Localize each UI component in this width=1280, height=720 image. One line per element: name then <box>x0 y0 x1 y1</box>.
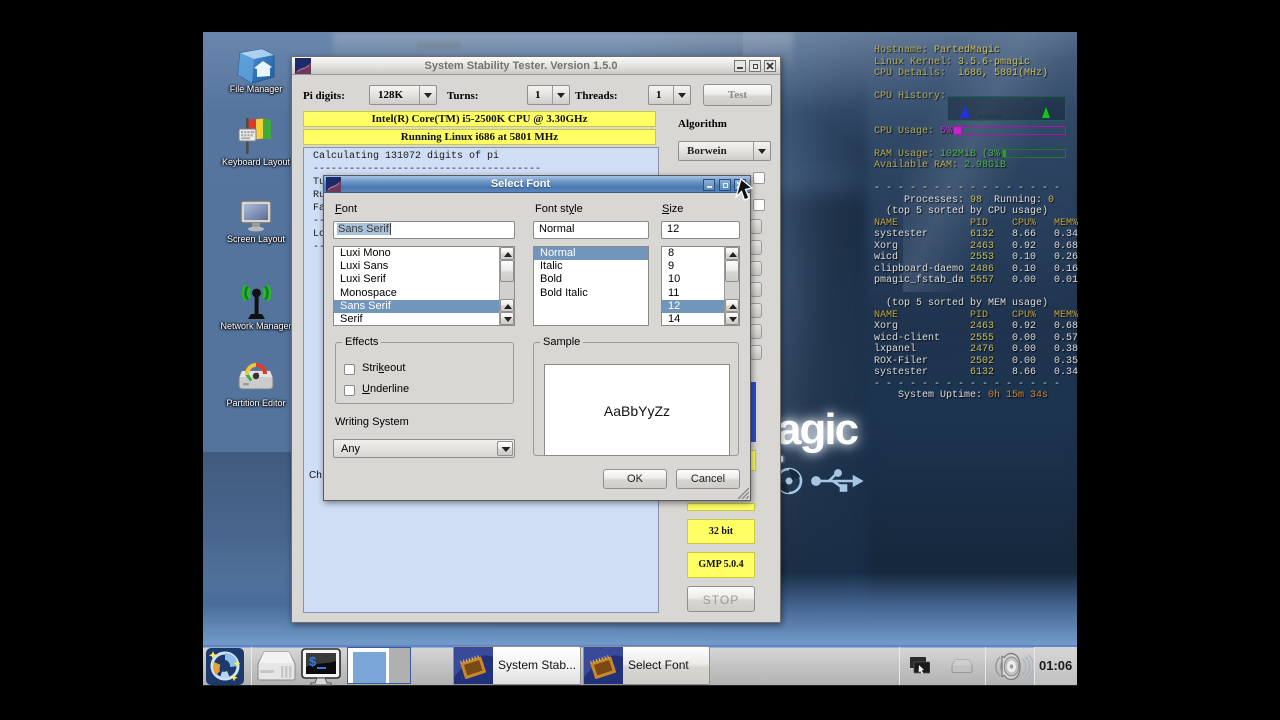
svg-text:$: $ <box>309 654 317 669</box>
